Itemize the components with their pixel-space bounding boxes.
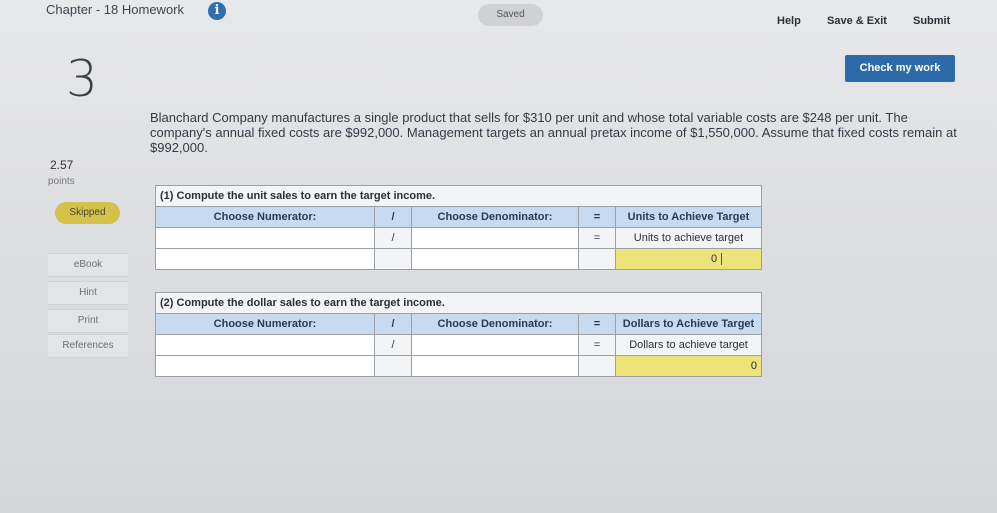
part1-result-header: Units to Achieve Target bbox=[615, 206, 762, 228]
part2-numerator-value-input[interactable] bbox=[155, 355, 375, 377]
part1-caption: (1) Compute the unit sales to earn the t… bbox=[155, 185, 762, 207]
part1-equals-symbol-row: = bbox=[578, 227, 616, 249]
part1-result-value: 0 bbox=[711, 253, 723, 265]
part1-numerator-value-input[interactable] bbox=[155, 248, 375, 270]
part2-caption: (2) Compute the dollar sales to earn the… bbox=[155, 292, 762, 314]
status-badge: Skipped bbox=[55, 202, 120, 224]
part2-denominator-input[interactable] bbox=[411, 334, 579, 356]
part2-equals-symbol-row: = bbox=[578, 334, 616, 356]
part2-numerator-input[interactable] bbox=[155, 334, 375, 356]
part2-empty-eq-cell bbox=[578, 355, 616, 377]
part1-empty-eq-cell bbox=[578, 248, 616, 270]
saved-status: Saved bbox=[478, 4, 543, 26]
part1-divide-symbol: / bbox=[374, 206, 412, 228]
part1-denominator-value-input[interactable] bbox=[411, 248, 579, 270]
part2-result-label: Dollars to achieve target bbox=[615, 334, 762, 356]
part1-empty-op-cell bbox=[374, 248, 412, 270]
ebook-button[interactable]: eBook bbox=[48, 253, 128, 277]
part2-empty-op-cell bbox=[374, 355, 412, 377]
submit-link[interactable]: Submit bbox=[913, 15, 950, 27]
part2-divide-symbol-row: / bbox=[374, 334, 412, 356]
part1-numerator-header: Choose Numerator: bbox=[155, 206, 375, 228]
part2-result-value-cell: 0 bbox=[615, 355, 762, 377]
question-number: 3 bbox=[66, 50, 98, 108]
references-button[interactable]: References bbox=[48, 334, 128, 358]
part2-result-value: 0 bbox=[750, 360, 757, 372]
points-value: 2.57 bbox=[50, 158, 74, 172]
print-button[interactable]: Print bbox=[48, 309, 128, 333]
part2-denominator-value-input[interactable] bbox=[411, 355, 579, 377]
part1-result-value-cell: 0 bbox=[615, 248, 762, 270]
part2-denominator-header: Choose Denominator: bbox=[411, 313, 579, 335]
unit-sales-table: (1) Compute the unit sales to earn the t… bbox=[155, 185, 762, 270]
part1-equals-symbol: = bbox=[578, 206, 616, 228]
part2-numerator-header: Choose Numerator: bbox=[155, 313, 375, 335]
part1-numerator-input[interactable] bbox=[155, 227, 375, 249]
help-link[interactable]: Help bbox=[777, 15, 801, 27]
chapter-title: Chapter - 18 Homework bbox=[46, 2, 184, 17]
part1-divide-symbol-row: / bbox=[374, 227, 412, 249]
points-label: points bbox=[48, 176, 75, 187]
part1-denominator-input[interactable] bbox=[411, 227, 579, 249]
hint-button[interactable]: Hint bbox=[48, 281, 128, 305]
dollar-sales-table: (2) Compute the dollar sales to earn the… bbox=[155, 292, 762, 377]
info-icon[interactable]: i bbox=[208, 2, 226, 20]
save-exit-link[interactable]: Save & Exit bbox=[827, 15, 887, 27]
part2-result-header: Dollars to Achieve Target bbox=[615, 313, 762, 335]
part1-result-label: Units to achieve target bbox=[615, 227, 762, 249]
check-my-work-button[interactable]: Check my work bbox=[845, 55, 955, 82]
part2-equals-symbol: = bbox=[578, 313, 616, 335]
part2-divide-symbol: / bbox=[374, 313, 412, 335]
problem-statement: Blanchard Company manufactures a single … bbox=[150, 110, 957, 155]
part1-denominator-header: Choose Denominator: bbox=[411, 206, 579, 228]
